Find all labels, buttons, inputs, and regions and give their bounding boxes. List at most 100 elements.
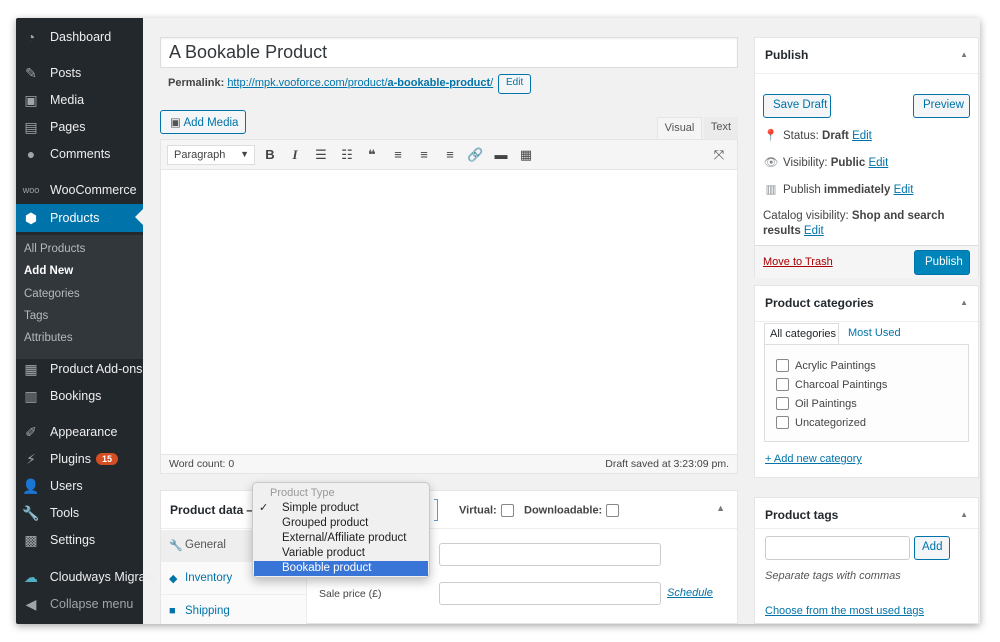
sale-price-input[interactable] — [439, 582, 661, 605]
product-type-select[interactable] — [434, 499, 438, 521]
fullscreen-icon[interactable]: ⤧ — [711, 147, 727, 163]
option-label: Bookable product — [282, 562, 372, 574]
permalink-edit-button[interactable]: Edit — [498, 74, 532, 94]
align-center-icon[interactable]: ≡ — [416, 147, 432, 163]
collapse-icon: ◀ — [25, 595, 37, 612]
tab-visual[interactable]: Visual — [657, 117, 702, 139]
align-right-icon[interactable]: ≡ — [442, 147, 458, 163]
tab-shipping[interactable]: ■ Shipping — [161, 596, 307, 624]
option-label: Variable product — [282, 547, 365, 559]
category-checkbox[interactable] — [776, 397, 789, 410]
sidebar-item-comments[interactable]: ● Comments — [16, 141, 143, 167]
content-editor[interactable]: Paragraph ▼ B I ☰ ☷ ❝ ≡ ≡ ≡ 🔗 ▬ ▦ ⤧ Word… — [160, 139, 738, 474]
sidebar-item-posts[interactable]: ✎ Posts — [16, 60, 143, 86]
submenu-categories[interactable]: Categories — [24, 288, 80, 300]
catalog-visibility-edit-link[interactable]: Edit — [804, 225, 824, 237]
publish-button[interactable]: Publish — [914, 250, 970, 275]
submenu-tags[interactable]: Tags — [24, 310, 48, 322]
category-label: Charcoal Paintings — [795, 378, 888, 391]
category-item[interactable]: Uncategorized — [776, 416, 866, 429]
sidebar-item-cloudways-migrate[interactable]: ☁ Cloudways Migrate — [16, 564, 156, 590]
tab-all-categories[interactable]: All categories — [764, 323, 839, 345]
option-external-affiliate-product[interactable]: External/Affiliate product — [254, 531, 428, 546]
new-tag-input[interactable] — [765, 536, 910, 560]
collapse-menu-button[interactable]: ◀ Collapse menu — [16, 591, 143, 617]
tags-box-title: Product tags — [765, 508, 839, 522]
checkmark-icon: ✓ — [259, 502, 269, 514]
publish-date-edit-link[interactable]: Edit — [894, 184, 914, 196]
add-media-button[interactable]: ▣ Add Media — [160, 110, 246, 134]
collapse-toggle-icon[interactable]: ▲ — [960, 510, 968, 519]
virtual-checkbox[interactable]: Virtual: — [459, 504, 514, 517]
save-draft-button[interactable]: Save Draft — [763, 94, 831, 118]
category-checkbox[interactable] — [776, 416, 789, 429]
publish-date-value: immediately — [823, 184, 891, 196]
sidebar-item-settings[interactable]: ▩ Settings — [16, 527, 143, 553]
draft-saved-status: Draft saved at 3:23:09 pm. — [605, 458, 729, 470]
permalink-url[interactable]: http://mpk.vooforce.com/product/a-bookab… — [227, 77, 493, 89]
option-bookable-product[interactable]: Bookable product — [254, 561, 428, 576]
sidebar-item-appearance[interactable]: ✐ Appearance — [16, 419, 143, 445]
sidebar-item-products[interactable]: ⬢ Products — [16, 204, 143, 232]
bullet-list-icon[interactable]: ☰ — [313, 147, 329, 163]
preview-button[interactable]: Preview — [913, 94, 970, 118]
sidebar-item-bookings[interactable]: ▥ Bookings — [16, 383, 143, 409]
bold-icon[interactable]: B — [262, 147, 278, 163]
align-left-icon[interactable]: ≡ — [390, 147, 406, 163]
tab-most-used[interactable]: Most Used — [848, 327, 901, 339]
blockquote-icon[interactable]: ❝ — [364, 147, 380, 163]
category-item[interactable]: Acrylic Paintings — [776, 359, 876, 372]
sidebar-item-users[interactable]: 👤 Users — [16, 473, 143, 499]
truck-icon: ■ — [169, 605, 176, 617]
tag-icon: ◆ — [169, 573, 178, 585]
option-variable-product[interactable]: Variable product — [254, 546, 428, 561]
brush-icon: ✐ — [25, 423, 37, 440]
sidebar-item-dashboard[interactable]: ◔ Dashboard — [16, 24, 143, 50]
option-simple-product[interactable]: ✓ Simple product — [254, 501, 428, 516]
sidebar-item-label: Users — [50, 479, 83, 493]
downloadable-checkbox-box[interactable] — [606, 504, 620, 517]
sidebar-item-label: Tools — [50, 506, 80, 520]
category-label: Acrylic Paintings — [795, 359, 876, 372]
category-item[interactable]: Oil Paintings — [776, 397, 857, 410]
submenu-all-products[interactable]: All Products — [24, 243, 85, 255]
format-select[interactable]: Paragraph ▼ — [167, 145, 255, 165]
sidebar-item-woocommerce[interactable]: woo WooCommerce — [16, 177, 143, 203]
schedule-link[interactable]: Schedule — [667, 587, 713, 599]
sidebar-item-label: Collapse menu — [50, 597, 134, 611]
category-item[interactable]: Charcoal Paintings — [776, 378, 887, 391]
add-tag-button[interactable]: Add — [914, 536, 950, 560]
numbered-list-icon[interactable]: ☷ — [339, 147, 355, 163]
submenu-add-new[interactable]: Add New — [24, 265, 73, 277]
move-to-trash-link[interactable]: Move to Trash — [763, 256, 833, 268]
wrench-icon: 🔧 — [169, 540, 183, 552]
downloadable-checkbox[interactable]: Downloadable: — [524, 504, 620, 517]
permalink-slug: a-bookable-product — [387, 77, 491, 89]
category-checkbox[interactable] — [776, 359, 789, 372]
sidebar-item-plugins[interactable]: ⚡ Plugins 15 — [16, 446, 143, 472]
tab-text[interactable]: Text — [704, 117, 738, 139]
italic-icon[interactable]: I — [287, 147, 303, 163]
sidebar-item-media[interactable]: ▣ Media — [16, 87, 143, 113]
sidebar-item-tools[interactable]: 🔧 Tools — [16, 500, 143, 526]
submenu-attributes[interactable]: Attributes — [24, 332, 73, 344]
read-more-icon[interactable]: ▬ — [493, 147, 509, 163]
regular-price-input[interactable] — [439, 543, 661, 566]
virtual-checkbox-box[interactable] — [500, 504, 514, 517]
sidebar-item-product-addons[interactable]: ▦ Product Add-ons — [16, 356, 143, 382]
collapse-toggle-icon[interactable]: ▲ — [960, 298, 968, 307]
collapse-toggle-icon[interactable]: ▲ — [960, 50, 968, 59]
post-title-input[interactable]: A Bookable Product — [160, 37, 738, 68]
option-grouped-product[interactable]: Grouped product — [254, 516, 428, 531]
status-edit-link[interactable]: Edit — [852, 130, 872, 142]
visibility-edit-link[interactable]: Edit — [868, 157, 888, 169]
calendar-icon: ▥ — [765, 184, 777, 196]
add-new-category-link[interactable]: + Add new category — [765, 453, 862, 465]
link-icon[interactable]: 🔗 — [467, 147, 483, 163]
choose-most-used-tags-link[interactable]: Choose from the most used tags — [765, 605, 924, 617]
category-checkbox[interactable] — [776, 378, 789, 391]
collapse-toggle-icon[interactable]: ▲ — [716, 503, 725, 513]
sidebar-item-pages[interactable]: ▤ Pages — [16, 114, 143, 140]
publish-box: Publish ▲ Save Draft Preview 📍 Status: Dr… — [754, 37, 979, 278]
toolbar-toggle-icon[interactable]: ▦ — [518, 147, 534, 163]
